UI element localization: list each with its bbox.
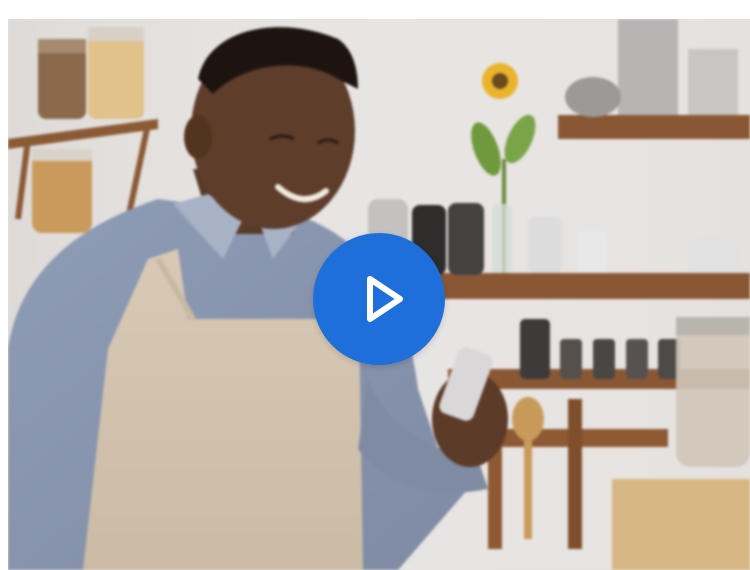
play-button[interactable] bbox=[313, 233, 445, 365]
video-player[interactable] bbox=[8, 19, 750, 570]
play-icon bbox=[367, 276, 403, 322]
